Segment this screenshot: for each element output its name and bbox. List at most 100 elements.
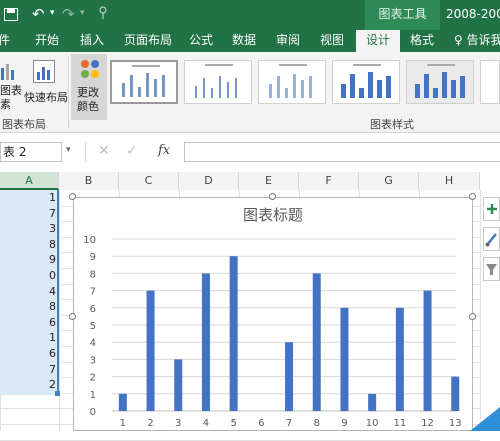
redo-dropdown-icon[interactable]: ▾ [80, 8, 85, 18]
bar [118, 393, 127, 411]
add-chart-element-button[interactable]: 图表 素 [0, 58, 22, 118]
column-header-d[interactable]: D [179, 172, 239, 190]
chart-elements-button[interactable] [483, 197, 500, 221]
resize-handle-middle-right[interactable] [469, 313, 476, 320]
cell-a12[interactable]: 7 [0, 363, 56, 377]
redo-icon[interactable]: ↷ [62, 5, 75, 23]
y-tick-label: 6 [90, 304, 96, 315]
resize-handle-top-right[interactable] [469, 193, 476, 200]
tab-view[interactable]: 视图 [320, 30, 344, 52]
column-header-h[interactable]: H [419, 172, 480, 190]
cell-a3[interactable]: 3 [0, 222, 56, 236]
y-tick-label: 0 [90, 407, 96, 418]
cell-a4[interactable]: 8 [0, 238, 56, 252]
chart-title[interactable]: 图表标题 [73, 204, 473, 225]
ribbon-tab-row: 件 开始 插入 页面布局 公式 数据 审阅 视图 设计 格式 ♀ 告诉我 [0, 30, 500, 52]
chart-tools-context-tab: 图表工具 [365, 0, 440, 30]
chart-style-1[interactable] [110, 60, 178, 104]
tab-home[interactable]: 开始 [35, 30, 59, 52]
chart-style-5[interactable] [406, 60, 474, 104]
bar [423, 290, 432, 411]
chart-style-3[interactable] [258, 60, 326, 104]
undo-icon[interactable]: ↶ [32, 5, 45, 23]
save-icon[interactable] [4, 8, 18, 21]
tab-insert[interactable]: 插入 [80, 30, 104, 52]
style-bar [442, 72, 447, 98]
add-chart-element-label-1: 图表 [0, 84, 22, 97]
style-bar [138, 87, 141, 97]
bar [201, 273, 210, 411]
palette-icon [81, 60, 99, 78]
cell-a5[interactable]: 9 [0, 253, 56, 267]
cancel-icon[interactable]: ✕ [98, 143, 110, 159]
tab-formulas[interactable]: 公式 [189, 30, 213, 52]
style-bar [154, 79, 157, 97]
cell-a13[interactable]: 2 [0, 378, 56, 392]
x-tick-label: 4 [203, 418, 209, 429]
style-title-line [427, 64, 455, 66]
style-bar [341, 84, 346, 98]
chart-styles-button[interactable] [483, 227, 500, 251]
enter-check-icon[interactable]: ✓ [126, 143, 138, 159]
y-tick-label: 8 [90, 269, 96, 280]
quick-layout-icon [33, 60, 55, 83]
name-box[interactable]: 表 2 [0, 142, 62, 162]
cell-a7[interactable]: 4 [0, 285, 56, 299]
y-tick-label: 7 [90, 287, 96, 298]
chart-side-tools [483, 195, 500, 431]
column-header-a[interactable]: A [0, 172, 59, 190]
cell-a10[interactable]: 1 [0, 331, 56, 345]
style-title-line [279, 64, 307, 66]
column-header-g[interactable]: G [359, 172, 419, 190]
tab-format[interactable]: 格式 [410, 30, 434, 52]
resize-handle-middle-left[interactable] [69, 313, 76, 320]
cell-a8[interactable]: 8 [0, 300, 56, 314]
undo-dropdown-icon[interactable]: ▾ [50, 8, 55, 18]
chart-style-4[interactable] [332, 60, 400, 104]
column-header-f[interactable]: F [299, 172, 359, 190]
x-tick-label: 3 [175, 418, 181, 429]
resize-handle-top-center[interactable] [269, 193, 276, 200]
insert-function-icon[interactable]: fx [158, 143, 170, 158]
style-bar [146, 73, 149, 97]
chart-filters-button[interactable] [483, 257, 500, 281]
touch-mode-icon[interactable] [98, 6, 108, 20]
tell-me-search[interactable]: ♀ 告诉我 [454, 30, 500, 52]
style-bar [350, 74, 355, 98]
cell-a6[interactable]: 0 [0, 269, 56, 283]
column-header-b[interactable]: B [59, 172, 119, 190]
tab-data[interactable]: 数据 [232, 30, 256, 52]
column-header-c[interactable]: C [119, 172, 179, 190]
style-bar [386, 76, 391, 98]
add-chart-element-label-2: 素 [0, 98, 11, 111]
bar [395, 307, 404, 411]
style-bar [235, 78, 237, 98]
style-bar [195, 86, 197, 98]
bar [174, 359, 183, 411]
name-box-dropdown-icon[interactable]: ▾ [66, 145, 71, 155]
formula-separator [85, 142, 86, 162]
change-colors-button[interactable]: 更改 颜色 [71, 54, 107, 120]
style-bar [424, 74, 429, 98]
cell-a1[interactable]: 1 [0, 191, 56, 205]
x-tick-label: 9 [341, 418, 347, 429]
chart-style-6-partial[interactable] [480, 60, 500, 104]
chart-area[interactable]: 0 1 2 3 4 5 6 7 8 9 10 1 2 3 4 5 6 7 8 9 10 11 12 13 [73, 197, 473, 431]
formula-input[interactable] [184, 142, 500, 162]
chart-style-2[interactable] [184, 60, 252, 104]
tab-file[interactable]: 件 [0, 30, 18, 52]
resize-handle-top-left[interactable] [69, 193, 76, 200]
tab-design[interactable]: 设计 [356, 30, 400, 52]
tab-review[interactable]: 审阅 [276, 30, 300, 52]
column-a-cells: 1738904861672 [0, 190, 60, 395]
style-bar [130, 75, 133, 97]
style-bar [433, 88, 438, 98]
group-divider [68, 56, 69, 128]
cell-a2[interactable]: 7 [0, 207, 56, 221]
cell-a9[interactable]: 6 [0, 316, 56, 330]
cell-a11[interactable]: 6 [0, 347, 56, 361]
tab-page-layout[interactable]: 页面布局 [124, 30, 172, 52]
column-header-e[interactable]: E [239, 172, 299, 190]
quick-layout-button[interactable]: 快速布局 [24, 58, 68, 118]
style-bar [301, 80, 304, 98]
